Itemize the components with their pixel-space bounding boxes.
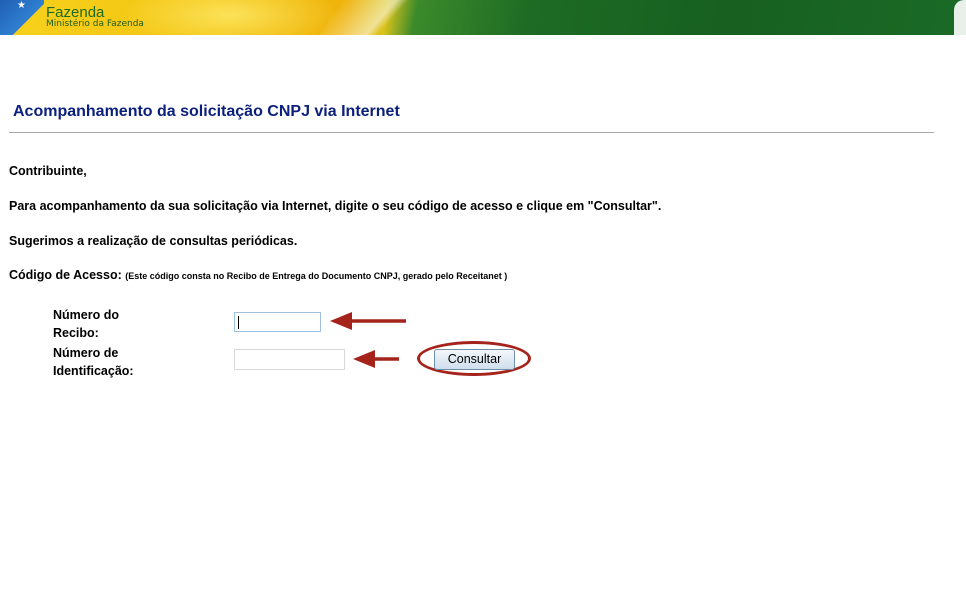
access-code-line: Código de Acesso: (Este código consta no… bbox=[9, 268, 507, 282]
page-title: Acompanhamento da solicitação CNPJ via I… bbox=[13, 103, 400, 120]
brand-subtitle: Ministério da Fazenda bbox=[46, 19, 144, 29]
consultar-button[interactable]: Consultar bbox=[434, 349, 515, 370]
id-label-line1: Número de bbox=[53, 346, 119, 360]
star-icon: ★ bbox=[17, 0, 26, 11]
brand-name: Fazenda bbox=[46, 4, 105, 21]
greeting-text: Contribuinte, bbox=[9, 164, 87, 178]
text-caret bbox=[238, 316, 239, 329]
id-number-label: Número de Identificação: bbox=[53, 344, 173, 380]
arrow-left-icon bbox=[353, 350, 399, 368]
access-code-note: (Este código consta no Recibo de Entrega… bbox=[125, 271, 508, 281]
access-code-label: Código de Acesso: bbox=[9, 268, 122, 282]
receipt-label-line1: Número do bbox=[53, 308, 119, 322]
instruction-text: Para acompanhamento da sua solicitação v… bbox=[9, 199, 662, 213]
identification-number-input[interactable] bbox=[234, 349, 345, 370]
divider bbox=[9, 132, 934, 133]
banner-edge bbox=[954, 0, 966, 35]
arrow-left-icon bbox=[330, 312, 406, 330]
banner-glow bbox=[120, 0, 340, 35]
id-label-line2: Identificação: bbox=[53, 364, 134, 378]
header-banner: ★ Fazenda Ministério da Fazenda bbox=[0, 0, 966, 35]
suggestion-text: Sugerimos a realização de consultas peri… bbox=[9, 234, 298, 248]
receipt-number-input[interactable] bbox=[234, 312, 321, 332]
receipt-number-label: Número do Recibo: bbox=[53, 306, 173, 342]
receipt-label-line2: Recibo: bbox=[53, 326, 99, 340]
